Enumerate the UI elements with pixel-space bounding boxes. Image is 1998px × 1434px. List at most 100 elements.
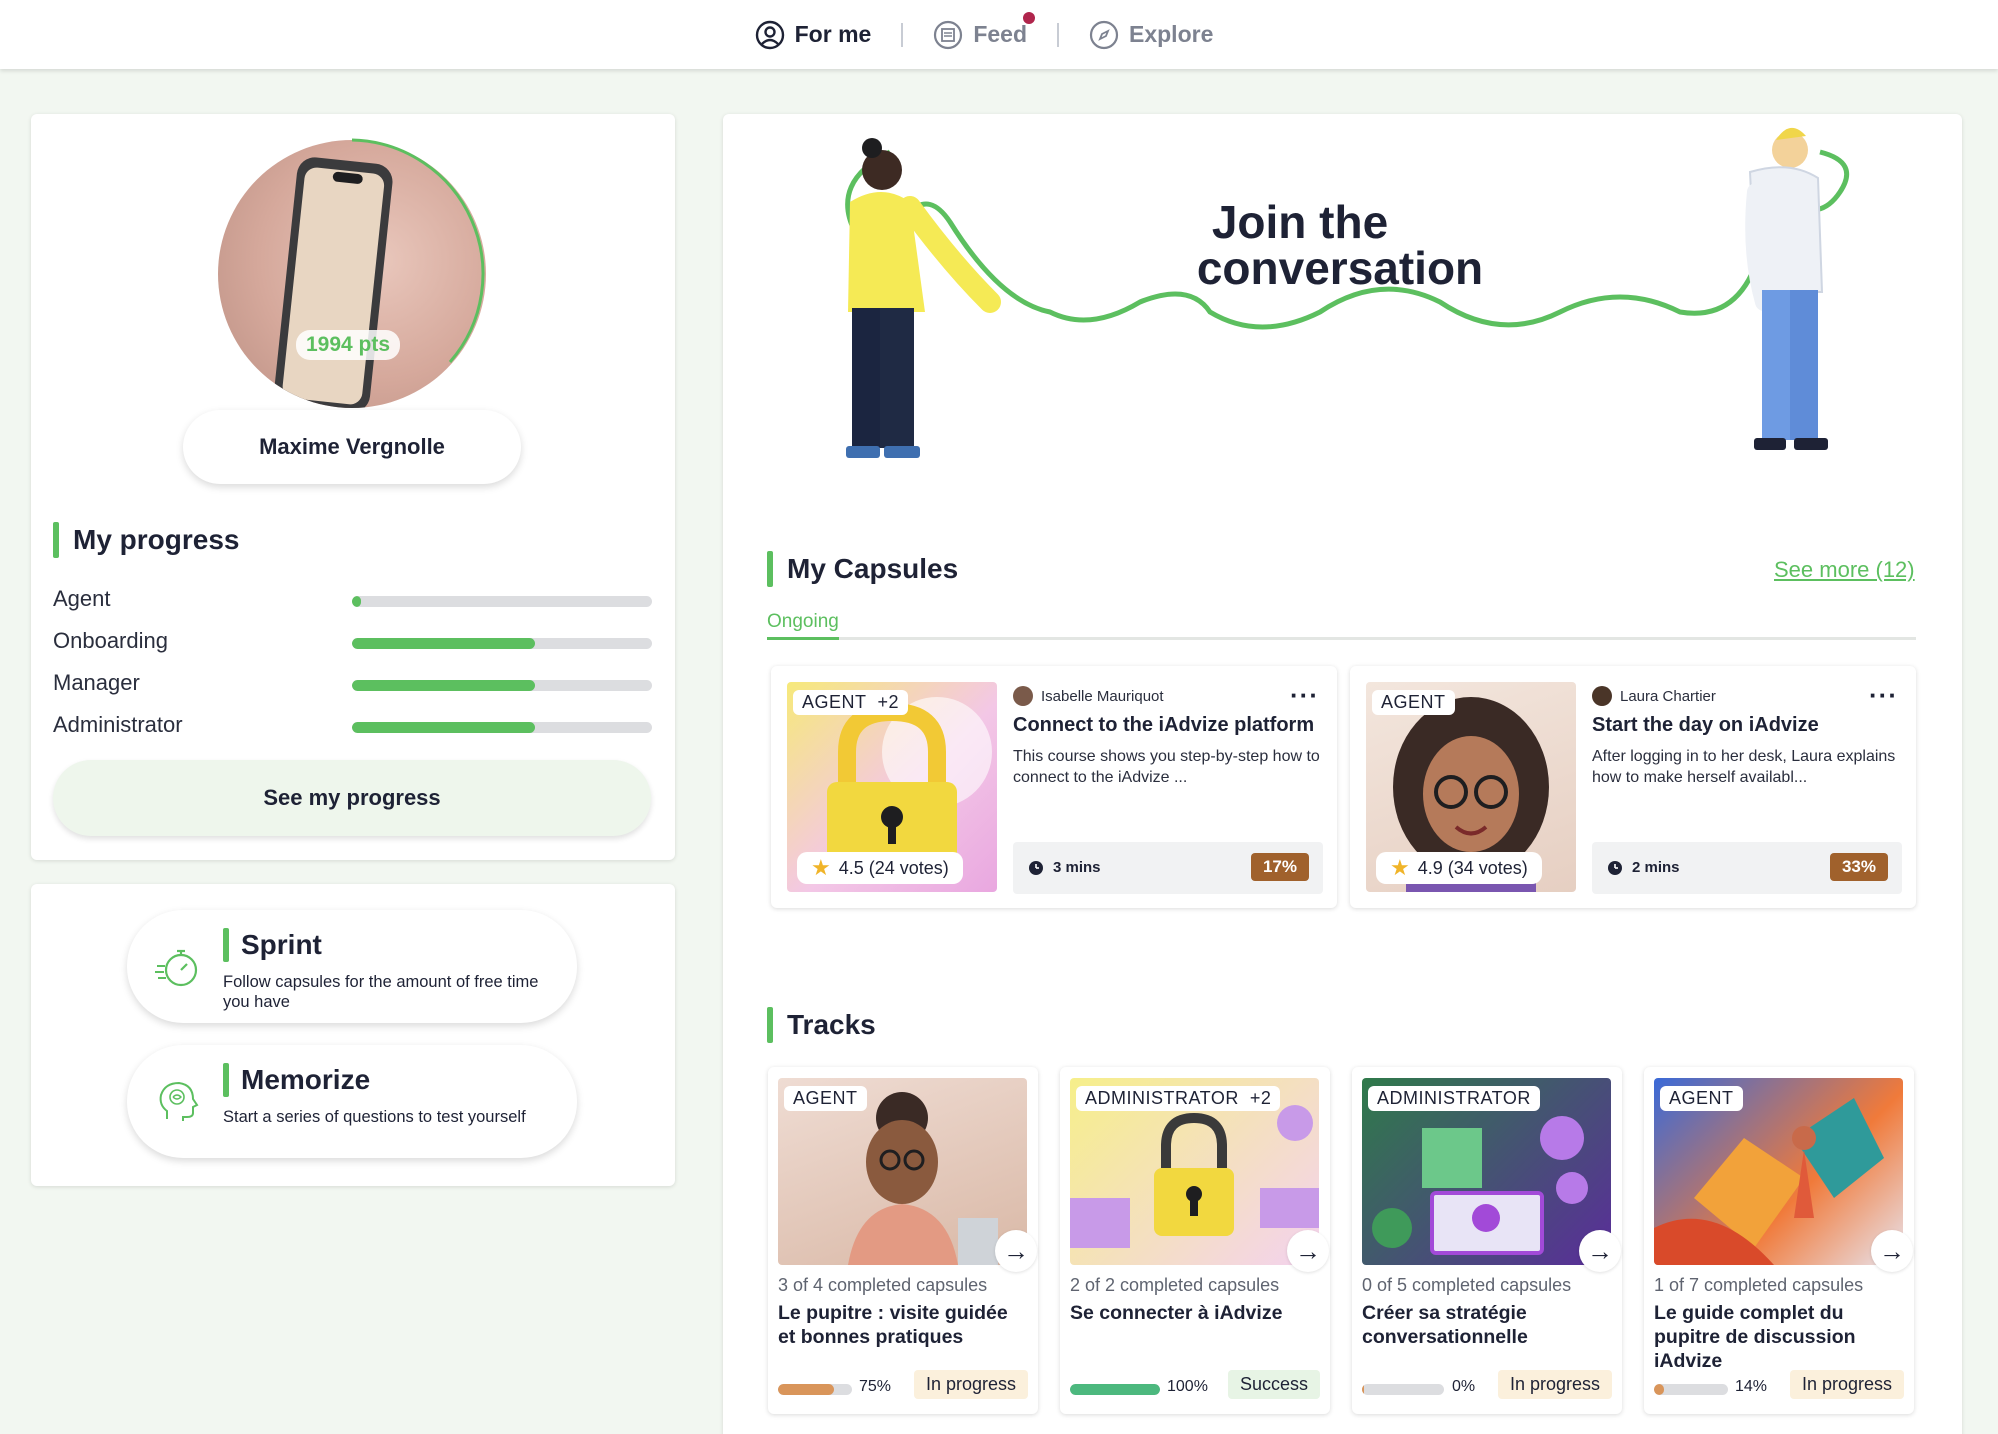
star-icon: ★ bbox=[811, 855, 831, 880]
track-card[interactable]: AGENT → 1 of 7 completed capsules Le gui… bbox=[1644, 1067, 1914, 1414]
progress-bar bbox=[352, 722, 652, 733]
points-progress-ring bbox=[351, 138, 485, 363]
capsule-percent-badge: 33% bbox=[1829, 853, 1888, 881]
track-tag-text: AGENT bbox=[1669, 1088, 1734, 1108]
track-tag: AGENT bbox=[1660, 1086, 1743, 1111]
progress-row-onboarding: Onboarding bbox=[53, 628, 653, 658]
sprint-description: Follow capsules for the amount of free t… bbox=[223, 973, 539, 1011]
track-status-badge: In progress bbox=[1789, 1370, 1904, 1399]
more-options-icon[interactable]: ··· bbox=[1290, 680, 1319, 711]
capsule-thumbnail: AGENT ★ 4.9 (34 votes) bbox=[1366, 682, 1576, 892]
capsule-tag-extra: +2 bbox=[877, 692, 900, 712]
more-options-icon[interactable]: ··· bbox=[1869, 680, 1898, 711]
top-navigation: For me Feed Explore bbox=[0, 0, 1998, 69]
track-count: 2 of 2 completed capsules bbox=[1070, 1275, 1280, 1295]
sprint-mode-button[interactable]: Sprint Follow capsules for the amount of… bbox=[127, 910, 577, 1023]
tracks-title-text: Tracks bbox=[787, 1009, 876, 1040]
stopwatch-icon bbox=[155, 949, 198, 987]
track-tag-extra: +2 bbox=[1249, 1088, 1272, 1108]
track-title: Le guide complet du pupitre de discussio… bbox=[1654, 1302, 1856, 1372]
track-title: Se connecter à iAdvize bbox=[1070, 1302, 1283, 1324]
track-thumbnail: AGENT bbox=[1654, 1078, 1903, 1265]
memorize-mode-button[interactable]: Memorize Start a series of questions to … bbox=[127, 1045, 577, 1158]
capsule-duration-text: 2 mins bbox=[1632, 858, 1680, 876]
arrow-right-icon[interactable]: → bbox=[1579, 1230, 1621, 1272]
left-person-illustration bbox=[846, 138, 1001, 458]
capsule-tag-text: AGENT bbox=[802, 692, 867, 712]
track-progress-bar bbox=[1654, 1384, 1728, 1395]
my-capsules-title-text: My Capsules bbox=[787, 553, 959, 584]
see-my-progress-button[interactable]: See my progress bbox=[53, 760, 651, 836]
progress-row-label: Administrator bbox=[53, 712, 183, 737]
author-avatar bbox=[1013, 686, 1033, 706]
track-card[interactable]: ADMINISTRATOR +2 → 2 of 2 completed caps… bbox=[1060, 1067, 1330, 1414]
capsule-duration-text: 3 mins bbox=[1053, 858, 1101, 876]
my-progress-title-text: My progress bbox=[73, 524, 240, 555]
capsule-rating-text: 4.9 (34 votes) bbox=[1417, 857, 1528, 878]
capsule-meta: 2 mins 33% bbox=[1592, 842, 1902, 894]
capsule-tag-text: AGENT bbox=[1381, 692, 1446, 712]
track-progress-bar bbox=[1362, 1384, 1444, 1395]
brain-head-icon bbox=[159, 1081, 199, 1121]
track-thumbnail: ADMINISTRATOR bbox=[1362, 1078, 1611, 1265]
notification-dot bbox=[1023, 11, 1035, 24]
nav-for-me[interactable]: For me bbox=[725, 20, 902, 50]
capsule-author: Laura Chartier bbox=[1592, 686, 1716, 706]
user-circle-icon bbox=[755, 20, 784, 49]
nav-feed-label: Feed bbox=[973, 21, 1027, 47]
tab-ongoing[interactable]: Ongoing bbox=[767, 611, 839, 633]
track-percent: 0% bbox=[1452, 1378, 1476, 1395]
track-card[interactable]: ADMINISTRATOR → 0 of 5 completed capsule… bbox=[1352, 1067, 1622, 1414]
capsule-meta: 3 mins 17% bbox=[1013, 842, 1323, 894]
track-percent: 75% bbox=[859, 1378, 892, 1395]
capsule-author-name: Isabelle Mauriquot bbox=[1041, 687, 1164, 705]
capsule-card[interactable]: AGENT ★ 4.9 (34 votes) Laura Chartier ···… bbox=[1350, 666, 1916, 908]
track-progress-bar bbox=[1070, 1384, 1160, 1395]
title-accent-bar bbox=[53, 522, 59, 558]
capsule-rating-text: 4.5 (24 votes) bbox=[838, 857, 949, 878]
nav-explore[interactable]: Explore bbox=[1059, 20, 1243, 50]
progress-bar-fill bbox=[352, 722, 535, 733]
progress-row-manager: Manager bbox=[53, 670, 653, 700]
progress-row-label: Manager bbox=[53, 670, 140, 695]
track-status-badge: In progress bbox=[1497, 1370, 1612, 1399]
progress-row-administrator: Administrator bbox=[53, 712, 653, 742]
track-card[interactable]: AGENT → 3 of 4 completed capsules Le pup… bbox=[768, 1067, 1038, 1414]
track-progress-bar bbox=[778, 1384, 852, 1395]
compass-icon bbox=[1089, 20, 1119, 49]
capsule-thumbnail: AGENT +2 ★ 4.5 (24 votes) bbox=[787, 682, 997, 892]
progress-bar-fill bbox=[352, 680, 535, 691]
progress-bar bbox=[352, 638, 652, 649]
track-tag: ADMINISTRATOR +2 bbox=[1076, 1086, 1281, 1111]
capsule-percent-badge: 17% bbox=[1250, 853, 1309, 881]
arrow-right-icon[interactable]: → bbox=[1871, 1230, 1913, 1272]
memorize-title-text: Memorize bbox=[241, 1064, 371, 1095]
join-conversation-banner: Join the conversation bbox=[845, 127, 1850, 458]
track-progress-fill bbox=[778, 1384, 834, 1395]
capsule-duration: 2 mins bbox=[1606, 858, 1680, 876]
progress-row-label: Onboarding bbox=[53, 628, 168, 653]
arrow-right-icon[interactable]: → bbox=[1287, 1230, 1329, 1272]
capsule-duration: 3 mins bbox=[1027, 858, 1101, 876]
arrow-right-icon[interactable]: → bbox=[995, 1230, 1037, 1272]
avatar[interactable]: 1994 pts bbox=[218, 138, 486, 408]
see-more-link[interactable]: See more (12) bbox=[1774, 557, 1915, 583]
title-accent-bar bbox=[223, 1063, 229, 1097]
track-tag-text: AGENT bbox=[793, 1088, 858, 1108]
title-accent-bar bbox=[767, 1007, 773, 1043]
nav-feed[interactable]: Feed bbox=[903, 11, 1057, 50]
banner-line1: Join the bbox=[1212, 196, 1388, 248]
track-count: 3 of 4 completed capsules bbox=[778, 1275, 988, 1295]
track-percent: 100% bbox=[1167, 1378, 1208, 1395]
tracks-title: Tracks bbox=[767, 1007, 876, 1043]
track-thumbnail: ADMINISTRATOR +2 bbox=[1070, 1078, 1319, 1265]
tab-active-indicator bbox=[767, 637, 839, 640]
my-capsules-title: My Capsules bbox=[767, 551, 958, 587]
track-progress-fill bbox=[1070, 1384, 1160, 1395]
track-progress-fill bbox=[1654, 1384, 1665, 1395]
points-label: 1994 pts bbox=[296, 330, 401, 360]
capsule-card[interactable]: AGENT +2 ★ 4.5 (24 votes) Isabelle Mauriq… bbox=[771, 666, 1337, 908]
nav-for-me-label: For me bbox=[794, 21, 872, 47]
progress-bar bbox=[352, 680, 652, 691]
capsule-tag: AGENT bbox=[1372, 690, 1455, 715]
